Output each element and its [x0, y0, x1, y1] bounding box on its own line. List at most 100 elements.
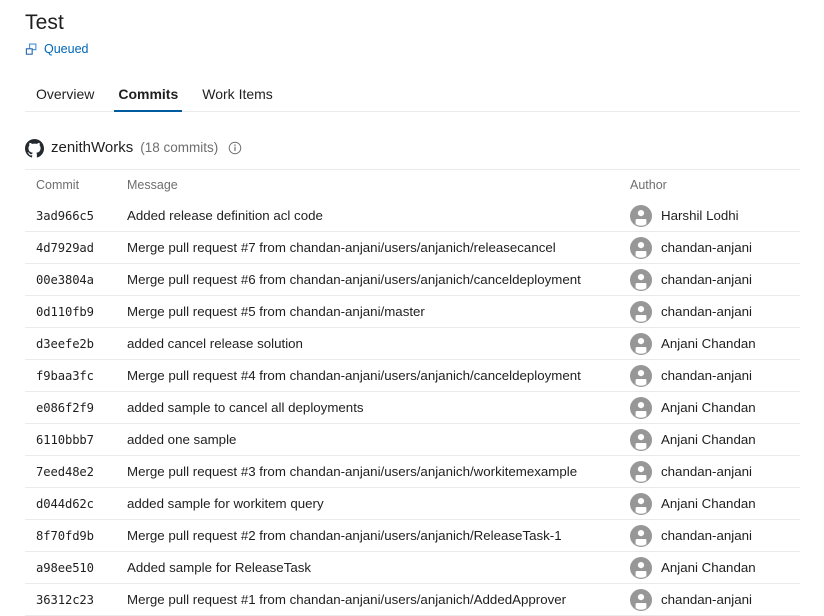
tab-commits[interactable]: Commits: [106, 85, 190, 111]
author-name: Anjani Chandan: [661, 560, 756, 575]
commit-author-cell: chandan-anjani: [630, 237, 800, 259]
avatar: [630, 525, 652, 547]
commit-hash-cell: 4d7929ad: [25, 239, 127, 257]
table-row[interactable]: 36312c23 Merge pull request #1 from chan…: [25, 584, 800, 616]
table-row[interactable]: d044d62c added sample for workitem query…: [25, 488, 800, 520]
commit-author-cell: chandan-anjani: [630, 461, 800, 483]
repository-header: zenithWorks (18 commits): [25, 137, 800, 159]
tab-work-items[interactable]: Work Items: [190, 85, 285, 111]
commit-author-cell: Harshil Lodhi: [630, 205, 800, 227]
commit-message: Merge pull request #7 from chandan-anjan…: [127, 240, 630, 255]
table-row[interactable]: a98ee510 Added sample for ReleaseTask An…: [25, 552, 800, 584]
status-row: Queued: [25, 41, 800, 57]
commit-message: added sample to cancel all deployments: [127, 400, 630, 415]
commit-hash-cell: 36312c23: [25, 591, 127, 609]
commit-author-cell: chandan-anjani: [630, 269, 800, 291]
tab-bar: Overview Commits Work Items: [25, 78, 800, 112]
column-header-message: Message: [127, 178, 630, 192]
table-row[interactable]: 4d7929ad Merge pull request #7 from chan…: [25, 232, 800, 264]
commit-hash[interactable]: 4d7929ad: [36, 241, 94, 255]
repository-name: zenithWorks: [51, 138, 133, 158]
avatar: [630, 461, 652, 483]
commit-author-cell: chandan-anjani: [630, 525, 800, 547]
commit-message: added one sample: [127, 432, 630, 447]
table-row[interactable]: f9baa3fc Merge pull request #4 from chan…: [25, 360, 800, 392]
commit-author-cell: chandan-anjani: [630, 301, 800, 323]
table-row[interactable]: 8f70fd9b Merge pull request #2 from chan…: [25, 520, 800, 552]
commit-message: added cancel release solution: [127, 336, 630, 351]
commit-message: Merge pull request #2 from chandan-anjan…: [127, 528, 630, 543]
commit-author-cell: Anjani Chandan: [630, 397, 800, 419]
avatar: [630, 237, 652, 259]
commit-hash-cell: 0d110fb9: [25, 303, 127, 321]
commit-hash[interactable]: 3ad966c5: [36, 209, 94, 223]
table-row[interactable]: 00e3804a Merge pull request #6 from chan…: [25, 264, 800, 296]
table-header-row: Commit Message Author: [25, 170, 800, 200]
avatar: [630, 365, 652, 387]
commit-hash-cell: e086f2f9: [25, 399, 127, 417]
author-name: chandan-anjani: [661, 464, 752, 479]
table-row[interactable]: e086f2f9 added sample to cancel all depl…: [25, 392, 800, 424]
commit-hash-cell: 3ad966c5: [25, 207, 127, 225]
author-name: chandan-anjani: [661, 528, 752, 543]
avatar: [630, 301, 652, 323]
commit-message: Merge pull request #1 from chandan-anjan…: [127, 592, 630, 607]
commit-author-cell: Anjani Chandan: [630, 429, 800, 451]
commit-hash-cell: 6110bbb7: [25, 431, 127, 449]
commit-hash-cell: 7eed48e2: [25, 463, 127, 481]
author-name: Anjani Chandan: [661, 336, 756, 351]
commit-hash-cell: d044d62c: [25, 495, 127, 513]
commit-message: Added sample for ReleaseTask: [127, 560, 630, 575]
tab-overview[interactable]: Overview: [24, 85, 106, 111]
commit-message: Merge pull request #3 from chandan-anjan…: [127, 464, 630, 479]
table-row[interactable]: 3ad966c5 Added release definition acl co…: [25, 200, 800, 232]
commit-hash[interactable]: 8f70fd9b: [36, 529, 94, 543]
commit-hash[interactable]: 0d110fb9: [36, 305, 94, 319]
commit-hash-cell: 8f70fd9b: [25, 527, 127, 545]
commit-hash[interactable]: f9baa3fc: [36, 369, 94, 383]
author-name: Anjani Chandan: [661, 432, 756, 447]
commit-hash-cell: d3eefe2b: [25, 335, 127, 353]
commit-author-cell: chandan-anjani: [630, 589, 800, 611]
info-circle-icon[interactable]: [228, 141, 242, 155]
table-row[interactable]: 6110bbb7 added one sample Anjani Chandan: [25, 424, 800, 456]
commits-table: Commit Message Author 3ad966c5 Added rel…: [25, 169, 800, 616]
duplicate-squares-icon: [25, 43, 39, 57]
commit-hash-cell: 00e3804a: [25, 271, 127, 289]
commit-hash[interactable]: d044d62c: [36, 497, 94, 511]
author-name: chandan-anjani: [661, 304, 752, 319]
avatar: [630, 205, 652, 227]
status-link-queued[interactable]: Queued: [44, 41, 88, 57]
avatar: [630, 589, 652, 611]
commit-hash[interactable]: 7eed48e2: [36, 465, 94, 479]
author-name: chandan-anjani: [661, 592, 752, 607]
commit-author-cell: Anjani Chandan: [630, 333, 800, 355]
table-row[interactable]: 0d110fb9 Merge pull request #5 from chan…: [25, 296, 800, 328]
avatar: [630, 429, 652, 451]
commit-hash[interactable]: d3eefe2b: [36, 337, 94, 351]
author-name: chandan-anjani: [661, 272, 752, 287]
table-body: 3ad966c5 Added release definition acl co…: [25, 200, 800, 616]
commit-hash-cell: f9baa3fc: [25, 367, 127, 385]
author-name: Anjani Chandan: [661, 496, 756, 511]
avatar: [630, 333, 652, 355]
commits-page: Test Queued Overview Commits Work Items …: [0, 0, 824, 616]
avatar: [630, 493, 652, 515]
commit-message: Merge pull request #5 from chandan-anjan…: [127, 304, 630, 319]
github-octocat-icon: [25, 139, 44, 158]
commit-hash[interactable]: a98ee510: [36, 561, 94, 575]
commit-hash-cell: a98ee510: [25, 559, 127, 577]
commit-message: Added release definition acl code: [127, 208, 630, 223]
author-name: chandan-anjani: [661, 368, 752, 383]
author-name: Anjani Chandan: [661, 400, 756, 415]
commit-hash[interactable]: 00e3804a: [36, 273, 94, 287]
commit-hash[interactable]: 6110bbb7: [36, 433, 94, 447]
commit-hash[interactable]: e086f2f9: [36, 401, 94, 415]
commit-message: Merge pull request #6 from chandan-anjan…: [127, 272, 630, 287]
commit-author-cell: Anjani Chandan: [630, 557, 800, 579]
author-name: chandan-anjani: [661, 240, 752, 255]
table-row[interactable]: d3eefe2b added cancel release solution A…: [25, 328, 800, 360]
table-row[interactable]: 7eed48e2 Merge pull request #3 from chan…: [25, 456, 800, 488]
commit-hash[interactable]: 36312c23: [36, 593, 94, 607]
commit-author-cell: Anjani Chandan: [630, 493, 800, 515]
